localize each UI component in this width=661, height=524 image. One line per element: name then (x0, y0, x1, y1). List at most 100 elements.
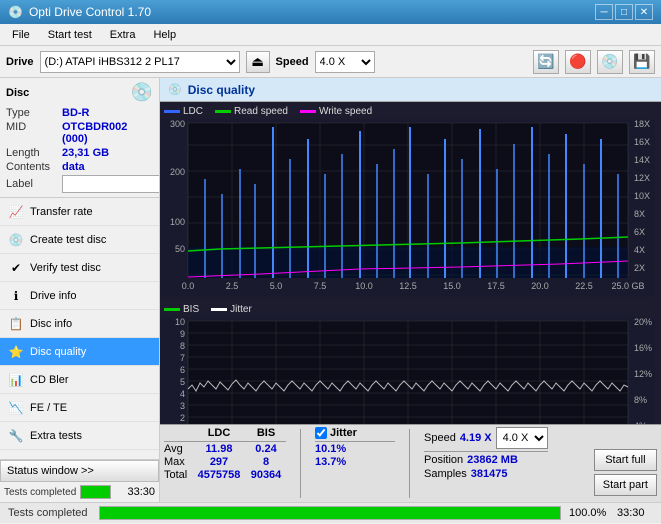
disc-quality-header-title: Disc quality (188, 83, 255, 97)
disc-contents-label: Contents (6, 161, 58, 173)
start-buttons: Start full Start part (594, 427, 657, 500)
bis-header: BIS (246, 427, 286, 439)
create-test-disc-icon: 💿 (8, 232, 24, 248)
svg-text:20.0: 20.0 (531, 281, 549, 291)
start-full-button[interactable]: Start full (594, 449, 657, 471)
drive-toolbar: Drive (D:) ATAPI iHBS312 2 PL17 ⏏ Speed … (0, 46, 661, 78)
bottom-strip: Tests completed 100.0% 33:30 (0, 502, 661, 523)
svg-text:10X: 10X (634, 191, 650, 201)
disc-label-label: Label (6, 178, 58, 190)
status-label: Tests completed (4, 487, 76, 498)
maximize-button[interactable]: □ (615, 4, 633, 20)
transfer-rate-label: Transfer rate (30, 206, 93, 218)
minimize-button[interactable]: ─ (595, 4, 613, 20)
samples-value: 381475 (471, 468, 508, 480)
jitter-checkbox[interactable] (315, 427, 327, 439)
write-speed-color (300, 110, 316, 113)
ldc-color (164, 110, 180, 113)
svg-text:5.0: 5.0 (270, 281, 283, 291)
start-part-button[interactable]: Start part (594, 474, 657, 496)
menu-start-test[interactable]: Start test (40, 27, 100, 43)
sidebar-item-cd-bler[interactable]: 📊 CD Bler (0, 366, 159, 394)
jitter-avg-row: 10.1% (315, 443, 395, 455)
bottom-progress-time: 33:30 (617, 507, 657, 519)
title-bar-title: 💿 Opti Drive Control 1.70 (8, 5, 151, 19)
svg-text:2: 2 (180, 413, 185, 423)
disc-info-label: Disc info (30, 318, 72, 330)
total-row: Total 4575758 90364 (164, 469, 286, 481)
sidebar-item-create-test-disc[interactable]: 💿 Create test disc (0, 226, 159, 254)
menu-file[interactable]: File (4, 27, 38, 43)
legend-jitter: Jitter (211, 304, 252, 315)
disc-button[interactable]: 💿 (597, 50, 623, 74)
disc-label-input[interactable] (62, 175, 160, 193)
disc-quality-header: 💿 Disc quality (160, 78, 661, 102)
progress-area: Tests completed 33:30 (0, 482, 159, 502)
drive-select[interactable]: (D:) ATAPI iHBS312 2 PL17 (40, 51, 240, 73)
burn-button[interactable]: 🔴 (565, 50, 591, 74)
bis-color (164, 308, 180, 311)
speed-stat-select[interactable]: 4.0 X (496, 427, 548, 449)
disc-label-row: Label ✏ (6, 175, 153, 193)
refresh-button[interactable]: 🔄 (533, 50, 559, 74)
title-bar-controls: ─ □ ✕ (595, 4, 653, 20)
bis-total-value: 90364 (246, 469, 286, 481)
svg-text:6X: 6X (634, 227, 645, 237)
svg-text:22.5: 22.5 (575, 281, 593, 291)
disc-type-row: Type BD-R (6, 107, 153, 119)
disc-type-label: Type (6, 107, 58, 119)
verify-test-disc-label: Verify test disc (30, 262, 101, 274)
disc-length-label: Length (6, 147, 58, 159)
position-label: Position (424, 454, 463, 466)
close-button[interactable]: ✕ (635, 4, 653, 20)
speed-stat-label: Speed (424, 432, 456, 444)
fe-te-icon: 📉 (8, 400, 24, 416)
svg-text:12.5: 12.5 (399, 281, 417, 291)
ldc-header: LDC (194, 427, 244, 439)
sidebar-item-transfer-rate[interactable]: 📈 Transfer rate (0, 198, 159, 226)
svg-text:2.5: 2.5 (226, 281, 239, 291)
avg-row: Avg 11.98 0.24 (164, 443, 286, 455)
svg-text:10: 10 (175, 317, 185, 327)
ldc-avg-value: 11.98 (194, 443, 244, 455)
svg-text:16%: 16% (634, 343, 652, 353)
menu-bar: File Start test Extra Help (0, 24, 661, 46)
top-chart-svg: 300 200 100 50 18X 16X 14X 12X 10X 8X 6X… (160, 119, 655, 297)
svg-text:15.0: 15.0 (443, 281, 461, 291)
stats-section: LDC BIS Avg 11.98 0.24 Max 297 8 Total 4… (160, 424, 661, 502)
sidebar-item-disc-quality[interactable]: ⭐ Disc quality (0, 338, 159, 366)
sidebar-item-fe-te[interactable]: 📉 FE / TE (0, 394, 159, 422)
top-chart-container: 300 200 100 50 18X 16X 14X 12X 10X 8X 6X… (160, 119, 661, 300)
svg-text:4%: 4% (634, 421, 647, 424)
progress-time: 33:30 (115, 486, 155, 498)
sidebar-item-extra-tests[interactable]: 🔧 Extra tests (0, 422, 159, 450)
disc-mid-row: MID OTCBDR002 (000) (6, 121, 153, 145)
bis-avg-value: 0.24 (246, 443, 286, 455)
disc-quality-icon: ⭐ (8, 344, 24, 360)
svg-text:4X: 4X (634, 245, 645, 255)
speed-row: Speed 4.19 X 4.0 X (424, 427, 548, 452)
status-window-button[interactable]: Status window >> (0, 460, 159, 482)
speed-select[interactable]: 4.0 X (315, 51, 375, 73)
sidebar-item-drive-info[interactable]: ℹ Drive info (0, 282, 159, 310)
read-speed-color (215, 110, 231, 113)
samples-row: Samples 381475 (424, 468, 548, 480)
save-button[interactable]: 💾 (629, 50, 655, 74)
svg-text:3: 3 (180, 401, 185, 411)
legend-bis: BIS (164, 304, 199, 315)
sidebar-item-verify-test-disc[interactable]: ✔ Verify test disc (0, 254, 159, 282)
stats-empty-header (164, 427, 192, 439)
svg-text:25.0 GB: 25.0 GB (611, 281, 644, 291)
sidebar-item-disc-info[interactable]: 📋 Disc info (0, 310, 159, 338)
menu-extra[interactable]: Extra (102, 27, 144, 43)
svg-text:50: 50 (175, 244, 185, 254)
svg-text:14X: 14X (634, 155, 650, 165)
extra-tests-icon: 🔧 (8, 428, 24, 444)
svg-text:12%: 12% (634, 369, 652, 379)
disc-contents-row: Contents data (6, 161, 153, 173)
extra-tests-label: Extra tests (30, 430, 82, 442)
eject-button[interactable]: ⏏ (246, 51, 270, 73)
menu-help[interactable]: Help (145, 27, 184, 43)
disc-quality-label: Disc quality (30, 346, 86, 358)
disc-quality-header-icon: 💿 (168, 83, 182, 96)
